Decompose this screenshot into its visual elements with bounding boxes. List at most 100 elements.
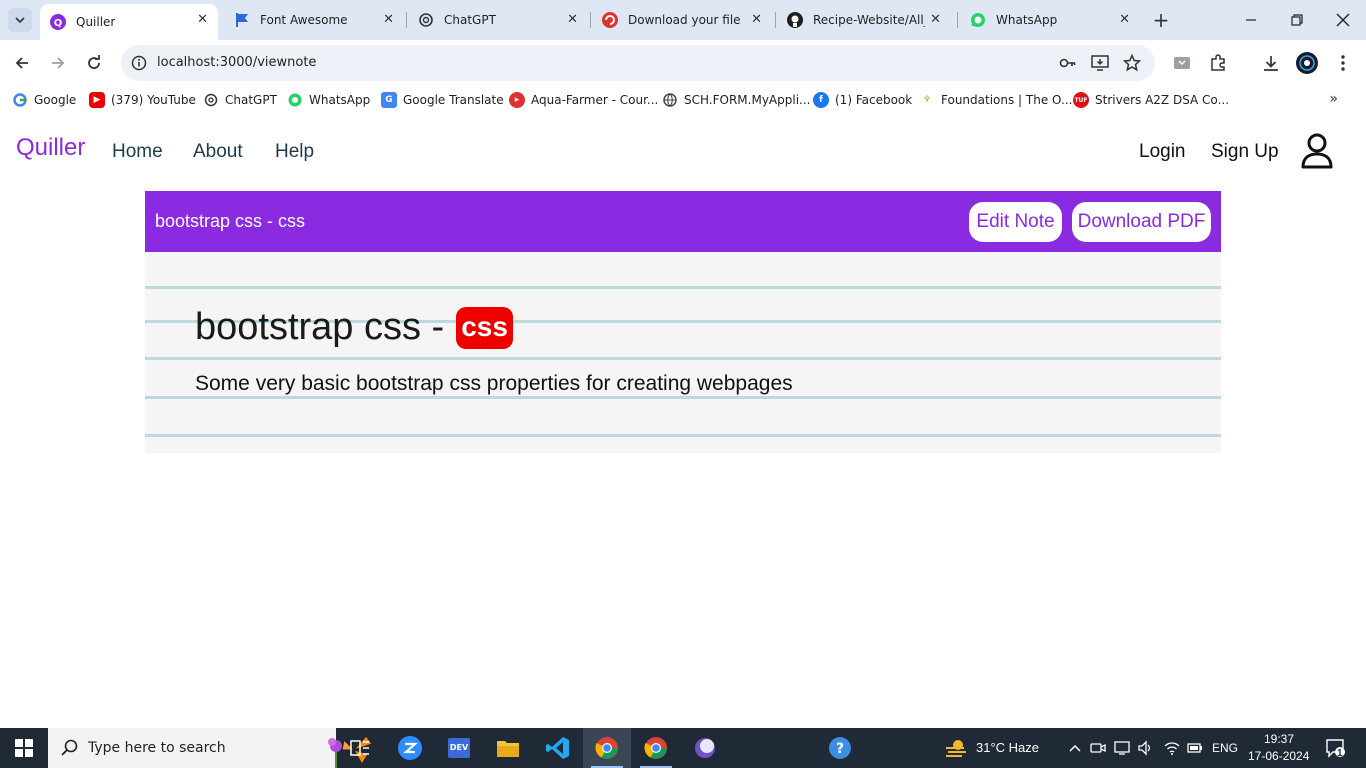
nav-about-link[interactable]: About — [193, 141, 243, 163]
browser-menu-icon[interactable] — [1332, 52, 1354, 74]
close-tab-icon[interactable]: ✕ — [567, 13, 578, 27]
tab-whatsapp[interactable]: WhatsApp ✕ — [962, 0, 1140, 40]
more-bookmarks-icon[interactable]: » — [1329, 91, 1338, 107]
tab-search-button[interactable] — [8, 8, 32, 32]
vscode-app[interactable] — [534, 728, 582, 768]
brand-logo[interactable]: Quiller — [16, 134, 85, 162]
help-app[interactable]: ? — [816, 728, 864, 768]
whatsapp-icon — [287, 92, 303, 108]
bookmark-aqua-farmer[interactable]: ▸ Aqua-Farmer - Cour... — [509, 91, 658, 109]
restore-button[interactable] — [1274, 0, 1320, 40]
page-viewport: Quiller Home About Help Login Sign Up bo… — [0, 114, 1366, 728]
wifi-icon[interactable] — [1164, 740, 1180, 756]
password-key-icon[interactable] — [1059, 54, 1077, 72]
tab-divider — [590, 12, 591, 28]
meet-now-icon[interactable] — [1090, 740, 1106, 756]
extension-screen-icon[interactable] — [1171, 52, 1193, 74]
battery-icon[interactable] — [1187, 740, 1203, 756]
google-icon — [12, 92, 28, 108]
note-header-title: bootstrap css - css — [155, 211, 306, 231]
install-app-icon[interactable] — [1091, 54, 1109, 72]
bookmark-sch-form[interactable]: SCH.FORM.MyAppli... — [662, 91, 811, 109]
back-button[interactable] — [11, 52, 33, 74]
svg-text:?: ? — [836, 741, 844, 757]
clock-time[interactable]: 19:37 — [1264, 732, 1294, 746]
login-link[interactable]: Login — [1139, 141, 1186, 163]
site-info-icon[interactable] — [129, 53, 149, 73]
bookmark-whatsapp[interactable]: WhatsApp — [287, 91, 370, 109]
facebook-icon: f — [813, 92, 829, 108]
note-title-text: bootstrap css - — [195, 306, 445, 348]
edit-note-button[interactable]: Edit Note — [969, 202, 1062, 242]
notification-center-icon[interactable] — [1325, 738, 1347, 758]
chrome-app-active[interactable] — [583, 728, 631, 768]
extensions-puzzle-icon[interactable] — [1207, 52, 1229, 74]
forward-button[interactable] — [47, 52, 69, 74]
minimize-button[interactable] — [1228, 0, 1274, 40]
bookmark-odin[interactable]: ♆ Foundations | The O... — [919, 91, 1073, 109]
tab-font-awesome[interactable]: Font Awesome ✕ — [226, 0, 404, 40]
download-favicon — [602, 12, 618, 28]
signup-link[interactable]: Sign Up — [1211, 141, 1279, 163]
downloads-icon[interactable] — [1260, 52, 1282, 74]
address-bar[interactable]: localhost:3000/viewnote — [121, 45, 1155, 81]
dev-icon: DEV — [448, 738, 470, 758]
url-text[interactable]: localhost:3000/viewnote — [157, 55, 316, 70]
tab-chatgpt[interactable]: ChatGPT ✕ — [410, 0, 588, 40]
devhome-app[interactable]: DEV — [435, 728, 483, 768]
taskbar-search-box[interactable]: Type here to search — [48, 728, 373, 768]
eclipse-app[interactable] — [681, 728, 729, 768]
tab-quiller[interactable]: Q Quiller ✕ — [40, 4, 218, 40]
bookmark-label: Strivers A2Z DSA Co... — [1095, 93, 1230, 107]
browser-toolbar: localhost:3000/viewnote — [0, 40, 1366, 86]
notification-count: 1 — [1337, 748, 1343, 759]
close-icon — [1336, 13, 1350, 27]
show-hidden-icons[interactable] — [1067, 740, 1083, 756]
volume-icon[interactable] — [1137, 740, 1153, 756]
file-explorer-app[interactable] — [484, 728, 532, 768]
note-tag-badge: css — [456, 306, 513, 349]
note-description: Some very basic bootstrap css properties… — [195, 372, 793, 395]
download-pdf-button[interactable]: Download PDF — [1072, 202, 1211, 242]
close-tab-icon[interactable]: ✕ — [930, 13, 941, 27]
bookmark-youtube[interactable]: ▶ (379) YouTube — [89, 91, 196, 109]
profile-avatar-icon[interactable] — [1296, 52, 1318, 74]
tab-strip: Q Quiller ✕ Font Awesome ✕ ChatGPT ✕ Dow… — [0, 0, 1366, 40]
close-tab-icon[interactable]: ✕ — [383, 13, 394, 27]
bookmark-label: ChatGPT — [225, 93, 277, 107]
tab-title: ChatGPT — [444, 13, 496, 27]
close-tab-icon[interactable]: ✕ — [751, 13, 762, 27]
close-window-button[interactable] — [1320, 0, 1366, 40]
chrome-icon — [595, 737, 618, 759]
close-tab-icon[interactable]: ✕ — [1119, 13, 1130, 27]
bookmark-chatgpt[interactable]: ChatGPT — [203, 91, 277, 109]
nav-home-link[interactable]: Home — [112, 141, 163, 163]
bookmark-google[interactable]: Google — [12, 91, 76, 109]
new-tab-button[interactable]: + — [1150, 8, 1172, 32]
tab-title: WhatsApp — [996, 13, 1058, 27]
user-account-icon[interactable] — [1300, 133, 1334, 169]
tab-github[interactable]: Recipe-Website/All_f ✕ — [779, 0, 951, 40]
bookmark-google-translate[interactable]: G Google Translate — [381, 91, 504, 109]
nav-help-link[interactable]: Help — [275, 141, 314, 163]
eclipse-icon — [695, 738, 715, 758]
chrome-app[interactable] — [632, 728, 680, 768]
start-button[interactable] — [0, 728, 48, 768]
bookmark-label: (379) YouTube — [111, 93, 196, 107]
bookmarks-bar: Google ▶ (379) YouTube ChatGPT WhatsApp … — [0, 86, 1366, 114]
weather-text[interactable]: 31°C Haze — [976, 740, 1039, 755]
tab-download[interactable]: Download your file – ✕ — [594, 0, 772, 40]
close-tab-icon[interactable]: ✕ — [197, 13, 208, 27]
reload-button[interactable] — [83, 52, 105, 74]
bookmark-label: Aqua-Farmer - Cour... — [531, 93, 659, 107]
zoom-app[interactable] — [386, 728, 434, 768]
language-indicator[interactable]: ENG — [1212, 741, 1238, 755]
display-icon[interactable] — [1114, 740, 1130, 756]
task-view-button[interactable] — [336, 728, 384, 768]
clock-date[interactable]: 17-06-2024 — [1248, 749, 1309, 763]
bookmark-strivers[interactable]: TUF Strivers A2Z DSA Co... — [1073, 91, 1229, 109]
bookmark-facebook[interactable]: f (1) Facebook — [813, 91, 912, 109]
youtube-icon: ▶ — [89, 92, 105, 108]
bookmark-star-icon[interactable] — [1123, 54, 1141, 72]
zoom-icon — [398, 736, 422, 760]
